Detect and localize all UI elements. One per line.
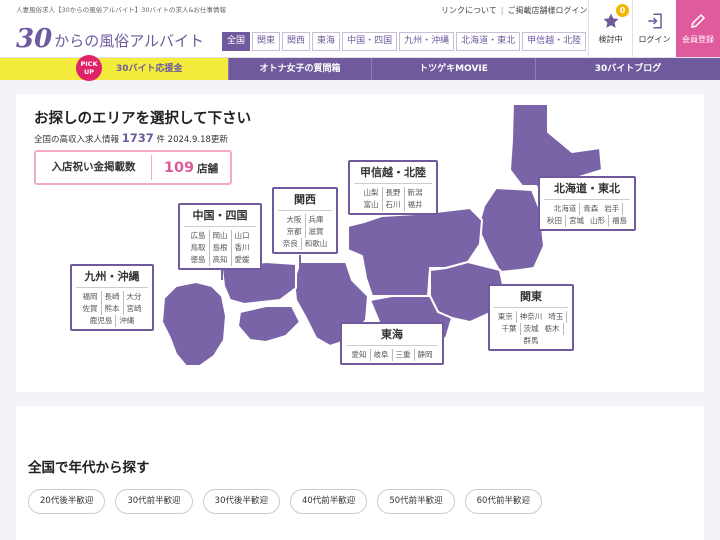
updated-date: 2024.9.18更新 [167,135,228,145]
age-button-list: 20代後半歓迎 30代前半歓迎 30代後半歓迎 40代前半歓迎 50代前半歓迎 … [28,489,552,514]
region-box-chugoku-shikoku[interactable]: 中国・四国 広島 岡山 山口鳥取 島根 香川徳島 高知 愛媛 [178,203,262,270]
prefecture-link[interactable]: 山口 [232,230,253,242]
prefecture-link[interactable]: 京都 [284,226,306,238]
prefecture-list: 福岡 長崎 大分佐賀 熊本 宮崎 鹿児島 沖縄 [76,287,148,329]
region-box-kyushu-okinawa[interactable]: 九州・沖縄 福岡 長崎 大分佐賀 熊本 宮崎 鹿児島 沖縄 [70,264,154,331]
prefecture-link[interactable]: 広島 [188,230,210,242]
age-button-early-50s[interactable]: 50代前半歓迎 [377,489,455,514]
region-title: 九州・沖縄 [84,270,140,283]
shop-count-unit: 店舗 [197,162,219,175]
job-count-line: 全国の高収入求人情報 1737 件 2024.9.18更新 [34,131,228,145]
age-button-early-30s[interactable]: 30代前半歓迎 [115,489,193,514]
job-count-value: 1737 [121,131,154,145]
region-title: 甲信越・北陸 [360,166,426,179]
prefecture-link[interactable]: 和歌山 [302,238,331,250]
prefecture-link[interactable]: 富山 [361,199,383,211]
prefecture-link[interactable]: 島根 [210,242,232,254]
prefecture-link[interactable]: 茨城 [521,323,542,335]
shop-count-display: 109 店舗 [152,160,230,176]
prefecture-list: 東京 神奈川 埼玉千葉 茨城 栃木 群馬 [494,307,568,349]
map-region-tohoku [477,187,545,273]
region-box-kansai[interactable]: 関西 大阪 兵庫 京都 滋賀 奈良 和歌山 [272,187,338,254]
age-search-title: 全国で年代から探す [28,460,150,476]
age-button-early-40s[interactable]: 40代前半歓迎 [289,489,368,514]
region-box-tokai[interactable]: 東海 愛知 岐阜 三重 静岡 [340,322,444,365]
prefecture-link[interactable]: 群馬 [521,335,542,347]
prefecture-link[interactable]: 神奈川 [517,311,546,323]
prefecture-link[interactable]: 鹿児島 [87,315,117,327]
prefecture-link[interactable]: 大阪 [284,214,306,226]
prefecture-link[interactable]: 福井 [405,199,426,211]
prefecture-link[interactable]: 徳島 [188,254,210,266]
prefecture-link[interactable]: 高知 [210,254,232,266]
prefecture-link[interactable]: 沖縄 [116,315,137,327]
shop-count-box[interactable]: 入店祝い金掲載数 109 店舗 [34,150,232,185]
job-count-unit: 件 [156,135,165,145]
job-count-prefix: 全国の高収入求人情報 [34,135,120,145]
prefecture-link[interactable]: 秋田 [544,215,566,227]
age-button-late-20s[interactable]: 20代後半歓迎 [28,489,106,514]
prefecture-link[interactable]: 香川 [232,242,253,254]
prefecture-link[interactable]: 静岡 [415,349,436,361]
prefecture-link[interactable]: 新潟 [405,187,426,199]
age-button-late-30s[interactable]: 30代後半歓迎 [202,489,280,514]
region-title: 中国・四国 [192,209,248,222]
region-box-koshinetsu-hokuriku[interactable]: 甲信越・北陸 山梨 長野 新潟富山 石川 福井 [348,160,438,215]
shop-count-value: 109 [163,159,195,176]
shop-count-label: 入店祝い金掲載数 [36,155,152,180]
prefecture-link[interactable]: 山梨 [361,187,383,199]
prefecture-link[interactable]: 岩手 [601,203,624,215]
prefecture-link[interactable]: 熊本 [102,303,124,315]
prefecture-link[interactable]: 兵庫 [306,214,327,226]
prefecture-link[interactable]: 佐賀 [80,303,102,315]
prefecture-list: 大阪 兵庫 京都 滋賀 奈良 和歌山 [278,210,332,252]
prefecture-link[interactable]: 大分 [124,291,145,303]
prefecture-link[interactable]: 三重 [393,349,415,361]
map-region-shikoku [237,305,301,343]
region-box-kanto[interactable]: 関東 東京 神奈川 埼玉千葉 茨城 栃木 群馬 [488,284,574,351]
region-title: 関東 [520,290,542,303]
prefecture-list: 愛知 岐阜 三重 静岡 [346,345,438,363]
prefecture-link[interactable]: 長野 [383,187,405,199]
region-box-hokkaido-tohoku[interactable]: 北海道・東北 北海道 青森 岩手秋田 宮城 山形 福島 [538,176,636,231]
prefecture-link[interactable]: 埼玉 [545,311,568,323]
prefecture-link[interactable]: 奈良 [280,238,302,250]
map-region-kyushu [161,281,227,367]
region-title: 関西 [294,193,316,206]
prefecture-list: 北海道 青森 岩手秋田 宮城 山形 福島 [544,199,630,229]
region-title: 東海 [381,328,403,341]
prefecture-link[interactable]: 岡山 [210,230,232,242]
region-title: 北海道・東北 [554,182,620,195]
prefecture-link[interactable]: 滋賀 [306,226,327,238]
prefecture-link[interactable]: 愛媛 [232,254,253,266]
prefecture-list: 広島 岡山 山口鳥取 島根 香川徳島 高知 愛媛 [184,226,256,268]
prefecture-link[interactable]: 宮崎 [124,303,145,315]
map-title: お探しのエリアを選択して下さい [34,111,252,127]
prefecture-link[interactable]: 山形 [587,215,609,227]
prefecture-link[interactable]: 栃木 [542,323,564,335]
prefecture-link[interactable]: 鳥取 [188,242,210,254]
prefecture-link[interactable]: 東京 [495,311,517,323]
prefecture-link[interactable]: 岐阜 [371,349,393,361]
prefecture-link[interactable]: 宮城 [566,215,587,227]
age-button-early-60s[interactable]: 60代前半歓迎 [464,489,542,514]
prefecture-list: 山梨 長野 新潟富山 石川 福井 [354,183,432,213]
prefecture-link[interactable]: 愛知 [349,349,371,361]
prefecture-link[interactable]: 北海道 [551,203,581,215]
prefecture-link[interactable]: 長崎 [102,291,124,303]
prefecture-link[interactable]: 青森 [580,203,601,215]
prefecture-link[interactable]: 千葉 [499,323,521,335]
prefecture-link[interactable]: 福岡 [80,291,102,303]
prefecture-link[interactable]: 石川 [383,199,405,211]
prefecture-link[interactable]: 福島 [609,215,630,227]
